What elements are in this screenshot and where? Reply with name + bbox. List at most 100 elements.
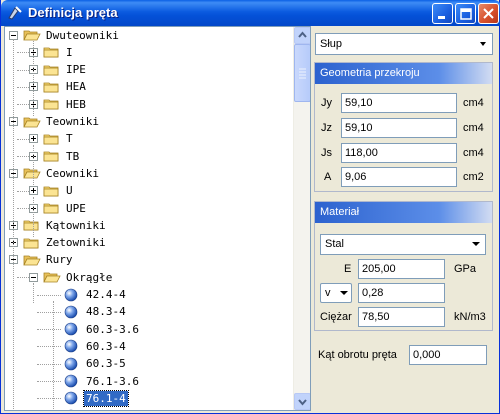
tree-item-label: 76.1-5 (84, 408, 128, 410)
chevron-down-icon (480, 42, 486, 46)
tree-item[interactable]: HEA (29, 78, 88, 96)
minimize-button[interactable] (432, 3, 453, 24)
profile-icon (63, 288, 84, 302)
jy-unit: cm4 (463, 97, 484, 109)
tree-item[interactable]: HEB (29, 95, 88, 113)
folder-icon (23, 236, 44, 250)
folder-icon (43, 132, 64, 146)
tree-item[interactable]: 60.3-3.6 (49, 320, 141, 338)
tree-item-label: T (66, 132, 73, 146)
tree-connector-rury (33, 283, 34, 303)
tree-item[interactable]: Kątowniki (9, 216, 108, 234)
tree-item[interactable]: 76.1-5 (49, 407, 128, 410)
tree-connector (37, 363, 61, 365)
scroll-up-button[interactable] (294, 27, 310, 44)
folder-icon (43, 184, 64, 198)
tree-item-label: Zetowniki (46, 236, 106, 250)
tree-connector (17, 69, 29, 71)
poisson-field[interactable]: 0,28 (358, 283, 445, 303)
expand-icon[interactable] (29, 134, 38, 144)
tree-item-label: Dwuteowniki (46, 28, 119, 42)
tree-item-label: HEA (66, 80, 86, 94)
tree-item[interactable]: Rury (9, 251, 75, 269)
scroll-down-button[interactable] (294, 393, 310, 410)
tree-item[interactable]: 76.1-3.6 (49, 372, 141, 390)
tree-item-label: IPE (66, 63, 86, 77)
app-icon (8, 6, 22, 20)
js-field[interactable]: 118,00 (341, 143, 457, 163)
tree-content: Dwuteowniki I IPE HEA HEB Teowniki T TB Ceowniki… (5, 27, 295, 410)
tree-item-label: Ceowniki (46, 166, 99, 180)
tree-item[interactable]: TB (29, 147, 81, 165)
folder-icon (43, 97, 64, 111)
maximize-icon (460, 8, 472, 20)
tree-connector (37, 311, 61, 313)
title-bar[interactable]: Definicja pręta (1, 0, 500, 26)
area-unit: cm2 (463, 171, 484, 183)
element-type-select[interactable]: Słup (315, 33, 493, 55)
profile-icon (63, 357, 84, 371)
tree-connector (17, 156, 29, 158)
tree-item-label: U (66, 184, 73, 198)
tree-item[interactable]: Okrągłe (29, 268, 114, 286)
rotation-field[interactable]: 0,000 (409, 345, 487, 365)
folder-icon (43, 149, 64, 163)
tree-item-label: 48.3-4 (86, 305, 126, 319)
poisson-select[interactable]: v (320, 283, 352, 303)
profile-icon (63, 391, 84, 405)
tree-scrollbar[interactable] (293, 27, 310, 410)
js-unit: cm4 (463, 147, 484, 159)
tree-connector-ceowniki (33, 197, 34, 237)
weight-unit: kN/m3 (454, 311, 486, 323)
folder-icon (43, 80, 64, 94)
geometry-group: Geometria przekroju Jy 59,10 cm4 Jz 59,1… (314, 62, 493, 192)
material-dropdown-button[interactable] (468, 236, 484, 253)
maximize-button[interactable] (455, 3, 476, 24)
e-label: E (344, 263, 352, 275)
tree-item-label: Teowniki (46, 115, 99, 128)
tree-item[interactable]: Ceowniki (9, 164, 101, 182)
tree-item[interactable]: Zetowniki (9, 234, 108, 252)
tree-item-label: Rury (46, 253, 73, 267)
scroll-thumb[interactable] (294, 44, 310, 102)
area-field[interactable]: 9,06 (341, 167, 457, 187)
grip-icon (299, 68, 306, 79)
e-unit: GPa (454, 263, 477, 275)
folder-open-icon (23, 28, 44, 42)
tree-item[interactable]: Teowniki (9, 113, 101, 131)
tree-item[interactable]: Dwuteowniki (9, 27, 121, 44)
tree-connector (37, 329, 61, 331)
collapse-icon[interactable] (29, 272, 38, 282)
dropdown-button[interactable] (475, 35, 491, 53)
expand-icon[interactable] (29, 186, 38, 196)
js-label: Js (321, 147, 332, 159)
folder-open-icon (43, 270, 64, 284)
tree-item-label: Okrągłe (66, 270, 113, 284)
tree-item[interactable]: I (29, 43, 75, 61)
tree-item-label: 60.3-4 (86, 339, 126, 353)
profile-icon (63, 409, 84, 410)
tree-item-label: 60.3-5 (86, 357, 126, 371)
tree-item[interactable]: IPE (29, 61, 88, 79)
e-field[interactable]: 205,00 (358, 259, 445, 279)
folder-icon (43, 201, 64, 215)
tree-connector-okragle (53, 301, 54, 410)
tree-item-label: 60.3-3.6 (86, 322, 139, 336)
tree-item[interactable]: T (29, 130, 75, 148)
material-group: Materiał Stal E 205,00 GPa v 0,28 Ciężar… (314, 201, 493, 331)
close-button[interactable] (478, 3, 499, 24)
jy-field[interactable]: 59,10 (341, 93, 457, 113)
tree-item[interactable]: UPE (29, 199, 88, 217)
window-title: Definicja pręta (28, 5, 118, 20)
tree-connector (37, 381, 61, 382)
tree-connector-root (13, 39, 14, 410)
tree-connector (17, 86, 29, 88)
close-icon (483, 8, 494, 19)
tree-connector-dwuteowniki (33, 41, 34, 116)
jz-field[interactable]: 59,10 (341, 118, 457, 138)
weight-field[interactable]: 78,50 (358, 307, 445, 327)
tree-item[interactable]: U (29, 182, 75, 200)
tree-connector (37, 398, 61, 400)
material-select[interactable]: Stal (320, 234, 486, 255)
profile-tree[interactable]: Dwuteowniki I IPE HEA HEB Teowniki T TB Ceowniki… (4, 26, 311, 411)
